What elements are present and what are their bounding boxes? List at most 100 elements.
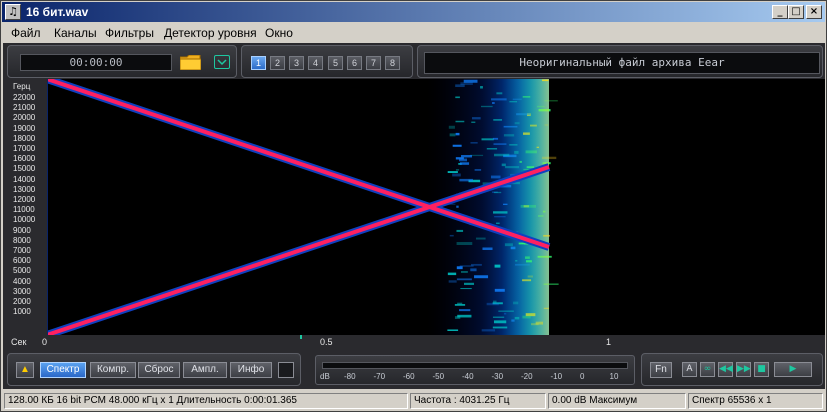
menu-channels[interactable]: Каналы	[54, 26, 97, 40]
menu-file[interactable]: Файл	[11, 26, 41, 40]
frequency-tick: 4000	[13, 276, 31, 286]
noise-streak	[459, 309, 471, 312]
frequency-tick: 14000	[13, 174, 36, 184]
frequency-tick: 20000	[13, 113, 36, 123]
channel-6-button[interactable]: 6	[347, 56, 362, 70]
frequency-tick: 2000	[13, 297, 31, 306]
info-button[interactable]: Инфо	[230, 362, 272, 378]
noise-streak	[455, 96, 460, 99]
channel-7-button[interactable]: 7	[366, 56, 381, 70]
noise-streak	[464, 282, 475, 285]
spectrum-button[interactable]: Спектр	[40, 362, 86, 378]
meter-tick: -20	[521, 372, 533, 381]
frequency-tick: 5000	[13, 266, 31, 276]
play-icon[interactable]: ▶	[774, 362, 812, 377]
channel-1-button[interactable]: 1	[251, 56, 266, 70]
amplitude-button[interactable]: Ампл.	[183, 362, 227, 378]
frequency-tick: 6000	[13, 256, 31, 266]
noise-streak	[452, 144, 462, 147]
noise-streak	[496, 92, 503, 95]
noise-streak	[449, 234, 454, 237]
noise-streak	[496, 222, 500, 225]
app-icon[interactable]: ♫	[5, 4, 21, 20]
fast-forward-icon[interactable]: ▶▶	[736, 362, 751, 377]
time-unit-label: Сек	[11, 337, 27, 347]
fn-button[interactable]: Fn	[650, 362, 672, 378]
noise-streak	[482, 247, 493, 250]
channel-5-button[interactable]: 5	[328, 56, 343, 70]
noise-streak	[447, 272, 457, 276]
noise-streak	[470, 142, 478, 144]
frequency-tick: 21000	[13, 103, 36, 113]
noise-streak	[456, 278, 472, 281]
stop-icon[interactable]: ■	[754, 362, 769, 377]
time-axis: Сек 0 0.5 1	[3, 335, 825, 349]
chevron-down-icon[interactable]	[214, 55, 230, 69]
noise-streak	[452, 173, 461, 177]
up-arrow-button[interactable]: ▲	[16, 362, 34, 378]
status-maximum: 0.00 dB Максимум	[548, 393, 686, 409]
mode-panel: ▲ Спектр Компр. Сброс Ампл. Инфо	[7, 353, 301, 386]
noise-streak	[460, 288, 472, 290]
channel-panel: 1 2 3 4 5 6 7 8	[241, 45, 413, 78]
compress-button[interactable]: Компр.	[90, 362, 136, 378]
application-window: ♫ 16 бит.wav _ □ × Файл Каналы Фильтры Д…	[0, 0, 827, 412]
noise-streak	[455, 169, 460, 171]
rewind-icon[interactable]: ◀◀	[718, 362, 733, 377]
noise-streak	[460, 82, 473, 86]
menu-filters[interactable]: Фильтры	[105, 26, 154, 40]
reset-button[interactable]: Сброс	[138, 362, 180, 378]
noise-streak	[447, 171, 458, 173]
noise-streak	[448, 125, 455, 129]
timer-display: 00:00:00	[20, 54, 172, 71]
noise-streak	[457, 314, 472, 318]
frequency-axis: Герц 22000 21000 20000 19000 18000 17000 16000…	[5, 79, 47, 341]
noise-streak	[455, 120, 465, 123]
channel-4-button[interactable]: 4	[308, 56, 323, 70]
noise-streak	[455, 132, 460, 136]
folder-icon[interactable]	[180, 55, 201, 70]
frequency-tick: 16000	[13, 154, 36, 164]
noise-streak	[458, 158, 468, 162]
noise-streak	[492, 102, 495, 104]
frequency-tick: 18000	[13, 133, 36, 143]
transport-panel: Fn A ∞ ◀◀ ▶▶ ■ ▶	[641, 353, 823, 386]
menu-window[interactable]: Окно	[265, 26, 293, 40]
channel-2-button[interactable]: 2	[270, 56, 285, 70]
window-title: 16 бит.wav	[26, 5, 89, 19]
meter-tick: -50	[432, 372, 445, 381]
close-button[interactable]: ×	[806, 5, 822, 19]
menu-level-detector[interactable]: Детектор уровня	[164, 26, 257, 40]
frequency-tick: 10000	[13, 215, 36, 225]
loop-icon[interactable]: ∞	[700, 362, 715, 377]
frequency-tick: 22000	[13, 93, 36, 102]
meter-tick: -80	[344, 372, 356, 381]
minimize-button[interactable]: _	[772, 5, 788, 19]
title-bar[interactable]: ♫ 16 бит.wav _ □ ×	[2, 2, 825, 22]
timer-panel: 00:00:00	[7, 45, 237, 78]
toggle-checkbox[interactable]	[278, 362, 294, 378]
channel-3-button[interactable]: 3	[289, 56, 304, 70]
time-tick-1: 1	[606, 337, 612, 347]
a-button[interactable]: A	[682, 362, 697, 377]
noise-streak	[493, 119, 503, 121]
hot-band	[502, 79, 549, 335]
noise-streak	[486, 148, 498, 150]
noise-streak	[456, 229, 464, 232]
spectrogram[interactable]	[47, 79, 825, 335]
noise-streak	[471, 117, 481, 120]
frequency-tick: 12000	[13, 195, 36, 204]
status-spectrum: Спектр 65536 x 1	[688, 393, 823, 409]
maximize-button[interactable]: □	[788, 5, 804, 19]
noise-streak	[459, 162, 470, 165]
noise-streak	[481, 329, 496, 332]
noise-streak	[493, 191, 502, 194]
noise-streak	[480, 105, 493, 108]
frequency-tick: 15000	[13, 164, 36, 174]
noise-streak	[449, 133, 456, 137]
channel-8-button[interactable]: 8	[385, 56, 400, 70]
noise-streak	[486, 302, 499, 306]
status-bar: 128.00 КБ 16 bit PCM 48.000 кГц x 1 Длит…	[2, 391, 825, 411]
meter-tick: 0	[580, 372, 585, 381]
meter-tick: 10	[609, 372, 619, 381]
